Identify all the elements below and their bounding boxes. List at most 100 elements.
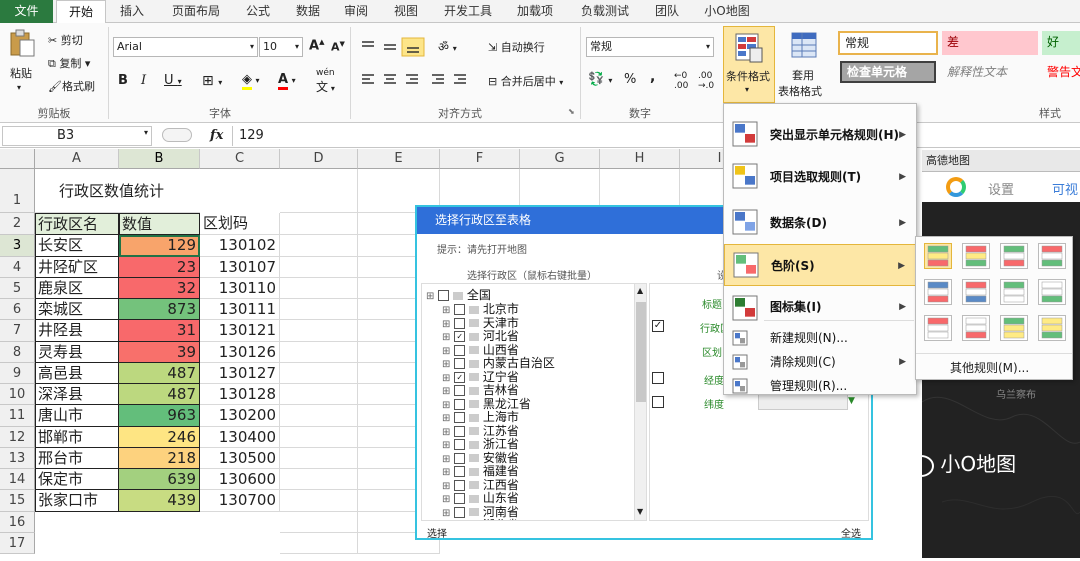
header-cell-code[interactable]: 区划码 — [200, 213, 280, 235]
cell-code[interactable]: 130500 — [200, 448, 280, 469]
style-normal[interactable]: 常规 — [838, 31, 938, 55]
column-header[interactable]: H — [600, 149, 680, 169]
cell-code[interactable]: 130107 — [200, 257, 280, 278]
vertical-align-buttons[interactable] — [358, 37, 428, 57]
color-scale-option[interactable] — [1000, 279, 1028, 305]
empty-cell[interactable] — [280, 533, 358, 554]
color-scale-option[interactable] — [924, 243, 952, 269]
font-name-select[interactable]: Arial ▾ — [113, 37, 258, 57]
grow-font-button[interactable]: A▲ — [309, 38, 324, 53]
expand-icon[interactable]: ⊞ — [426, 291, 434, 302]
row-header[interactable]: 7 — [0, 320, 35, 342]
tab-insert[interactable]: 插入 — [110, 0, 154, 23]
tab-review[interactable]: 审阅 — [334, 0, 378, 23]
row-header[interactable]: 8 — [0, 342, 35, 363]
cell-value[interactable]: 439 — [119, 490, 200, 512]
header-cell-value[interactable]: 数值 — [119, 213, 200, 235]
format-painter-button[interactable]: 🖌格式刷 — [48, 78, 95, 94]
more-rules-item[interactable]: 其他规则(M)... — [950, 359, 1029, 376]
row-header[interactable]: 9 — [0, 363, 35, 384]
cf-menu-item[interactable]: 新建规则(N)... — [724, 326, 916, 350]
column-header[interactable]: A — [35, 149, 119, 169]
row-header[interactable]: 17 — [0, 533, 35, 554]
select-button[interactable]: 选择 — [427, 525, 447, 540]
tab-developer[interactable]: 开发工具 — [436, 0, 500, 23]
row-header[interactable]: 2 — [0, 213, 35, 235]
cell-value[interactable]: 963 — [119, 405, 200, 427]
cell-value[interactable]: 246 — [119, 427, 200, 448]
tab-load-test[interactable]: 负载测试 — [572, 0, 638, 23]
phonetic-button[interactable]: wén 文 ▾ — [316, 68, 335, 95]
comma-button[interactable]: , — [650, 69, 655, 85]
color-scale-option[interactable] — [1038, 315, 1066, 341]
empty-cell[interactable] — [280, 363, 358, 384]
empty-cell[interactable] — [280, 405, 358, 427]
color-scale-option[interactable] — [1038, 243, 1066, 269]
number-format-select[interactable]: 常规 ▾ — [586, 37, 714, 57]
cell-name[interactable]: 井陉县 — [35, 320, 119, 342]
style-bad[interactable]: 差 — [942, 31, 1038, 55]
tree-scrollbar[interactable]: ▲ ▼ — [634, 284, 646, 520]
color-scale-option[interactable] — [1038, 279, 1066, 305]
insert-function-button[interactable]: fx — [210, 128, 223, 143]
row-header[interactable]: 11 — [0, 405, 35, 427]
wrap-text-button[interactable]: ⇲ 自动换行 — [488, 39, 545, 55]
percent-button[interactable]: % — [624, 72, 636, 87]
cf-menu-item[interactable]: 清除规则(C) ▶ — [724, 350, 916, 374]
cell-name[interactable]: 保定市 — [35, 469, 119, 490]
tab-page-layout[interactable]: 页面布局 — [160, 0, 232, 23]
field-lng-checkbox[interactable] — [652, 372, 664, 384]
color-scale-option[interactable] — [962, 279, 990, 305]
cell-code[interactable]: 130700 — [200, 490, 280, 512]
cell-code[interactable]: 130110 — [200, 278, 280, 299]
row-header[interactable]: 10 — [0, 384, 35, 405]
row-header[interactable]: 5 — [0, 278, 35, 299]
cf-menu-item[interactable]: 数据条(D) ▶ — [724, 202, 916, 244]
empty-cell[interactable] — [280, 512, 358, 533]
merge-center-button[interactable]: ⊟ 合并后居中 ▾ — [488, 73, 563, 89]
color-scale-option[interactable] — [924, 315, 952, 341]
cell-value[interactable]: 31 — [119, 320, 200, 342]
cell-value[interactable]: 129 — [119, 235, 200, 257]
currency-button[interactable]: 💱 ▾ — [588, 72, 612, 87]
underline-button[interactable]: U ▾ — [164, 73, 182, 88]
tree-item-province[interactable]: ⊞ 湖北省 — [442, 516, 519, 520]
cell-value[interactable]: 39 — [119, 342, 200, 363]
font-size-select[interactable]: 10 ▾ — [259, 37, 303, 57]
cell-name[interactable]: 唐山市 — [35, 405, 119, 427]
border-button[interactable]: ⊞ ▾ — [202, 73, 222, 89]
cell-value[interactable]: 873 — [119, 299, 200, 320]
field-lat-checkbox[interactable] — [652, 396, 664, 408]
cell-value[interactable]: 218 — [119, 448, 200, 469]
shrink-font-button[interactable]: A▼ — [331, 40, 345, 54]
tab-team[interactable]: 团队 — [645, 0, 689, 23]
cell-name[interactable]: 邯郸市 — [35, 427, 119, 448]
empty-cell[interactable] — [280, 235, 358, 257]
column-header[interactable]: F — [440, 149, 520, 169]
color-scale-option[interactable] — [924, 279, 952, 305]
table-format-button[interactable]: 套用 — [792, 67, 814, 83]
font-color-button[interactable]: A ▾ — [278, 72, 296, 90]
empty-cell[interactable] — [280, 384, 358, 405]
empty-cell[interactable] — [280, 213, 358, 235]
column-header[interactable]: E — [358, 149, 440, 169]
cell-value[interactable]: 32 — [119, 278, 200, 299]
tab-view[interactable]: 视图 — [384, 0, 428, 23]
row-header[interactable]: 12 — [0, 427, 35, 448]
sheet-title-cell[interactable]: 行政区数值统计 — [35, 169, 200, 213]
row-header[interactable]: 13 — [0, 448, 35, 469]
row-header[interactable]: 16 — [0, 512, 35, 533]
cell-code[interactable]: 130200 — [200, 405, 280, 427]
increase-decimal-button[interactable]: ←0.00 — [674, 71, 688, 91]
italic-button[interactable]: I — [141, 73, 146, 88]
color-scale-option[interactable] — [962, 315, 990, 341]
formula-input[interactable]: 129 — [232, 126, 1080, 146]
row-header[interactable]: 1 — [0, 169, 35, 213]
style-good[interactable]: 好 — [1042, 31, 1080, 55]
fill-color-button[interactable]: ◈ ▾ — [242, 72, 260, 90]
style-check-cell[interactable]: 检查单元格 — [840, 61, 936, 83]
table-format-button-2[interactable]: 表格格式 — [778, 83, 822, 99]
row-header[interactable]: 6 — [0, 299, 35, 320]
field-region-checkbox[interactable]: ✓ — [652, 320, 664, 332]
column-header[interactable]: G — [520, 149, 600, 169]
